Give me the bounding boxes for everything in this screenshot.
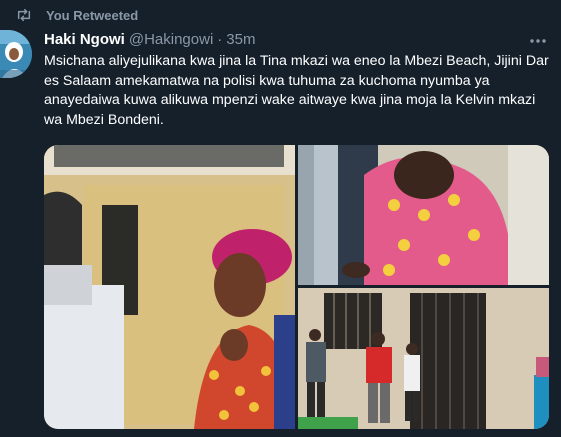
more-icon [529,31,547,49]
tweet-media [44,145,549,429]
tweet-text: Msichana aliyejulikana kwa jina la Tina … [44,53,549,128]
tweet-header: Haki Ngowi @Hakingowi · 35m [44,31,255,48]
photo-men-outside-house[interactable] [298,288,549,429]
retweet-context: You Retweeted [16,6,138,24]
tweet-timestamp[interactable]: 35m [226,31,255,48]
author-name[interactable]: Haki Ngowi [44,31,125,48]
avatar[interactable] [0,30,32,78]
tweet-card[interactable]: You Retweeted Haki Ngowi @Hakingowi · 35… [0,0,561,437]
header-separator: · [217,31,223,48]
author-handle[interactable]: @Hakingowi [129,31,213,48]
more-options-button[interactable] [527,30,549,50]
photo-woman-seated[interactable] [298,145,549,285]
photo-woman-headscarf[interactable] [44,145,295,429]
retweet-icon [16,7,32,23]
retweet-label: You Retweeted [46,7,139,23]
